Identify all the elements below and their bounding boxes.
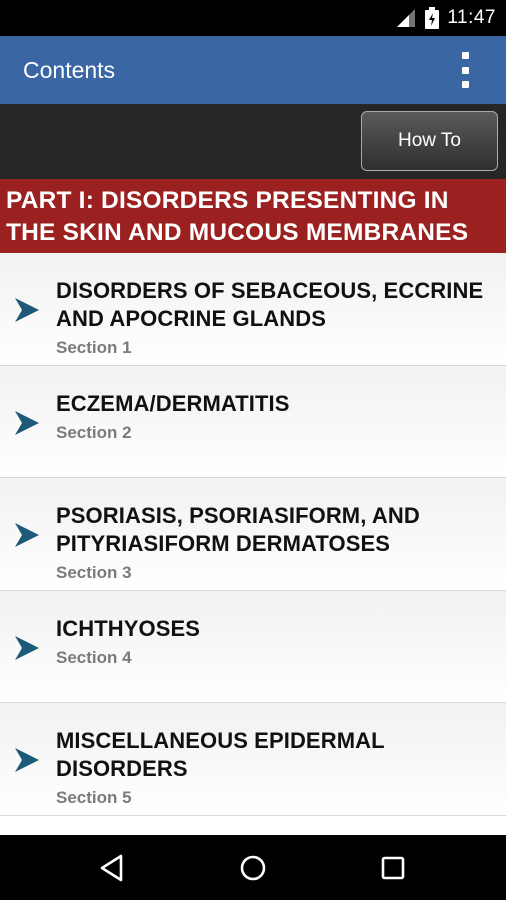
chevron-right-icon [15,298,39,322]
section-number: Section 4 [56,647,132,667]
back-icon[interactable] [97,852,129,884]
status-bar: 11:47 [0,0,506,36]
section-title: ICHTHYOSES [56,615,201,641]
recents-icon[interactable] [377,852,409,884]
section-title: DISORDERS OF SEBACEOUS, ECCRINE AND APOC… [56,278,484,331]
how-to-button[interactable]: How To [361,111,498,171]
chevron-right-icon [15,748,39,773]
toolbar: How To [0,104,506,179]
section-number: Section 3 [56,563,132,583]
section-title: MISCELLANEOUS EPIDERMAL DISORDERS [56,728,385,782]
list-item-section-4[interactable]: ICHTHYOSES Section 4 [0,590,506,704]
signal-icon [397,9,416,27]
section-title: PSORIASIS, PSORIASIFORM, AND PITYRIASIFO… [56,503,420,557]
status-icons: 11:47 [397,0,496,36]
section-number: Section 1 [56,338,132,357]
section-list: DISORDERS OF SEBACEOUS, ECCRINE AND APOC… [0,253,506,835]
section-number: Section 5 [56,788,132,808]
chevron-right-icon [15,523,39,548]
chevron-right-icon [15,410,39,435]
navigation-bar [0,835,506,900]
overflow-menu-icon[interactable] [458,52,472,88]
section-number: Section 2 [56,422,132,442]
list-item-section-1[interactable]: DISORDERS OF SEBACEOUS, ECCRINE AND APOC… [0,253,506,366]
app-title: Contents [23,57,116,83]
section-title: ECZEMA/DERMATITIS [56,390,290,416]
list-item-section-5[interactable]: MISCELLANEOUS EPIDERMAL DISORDERS Sectio… [0,703,506,816]
list-item-section-2[interactable]: ECZEMA/DERMATITIS Section 2 [0,365,506,479]
home-icon[interactable] [237,852,269,884]
battery-icon [425,7,440,29]
app-bar: Contents [0,36,506,104]
list-item-section-3[interactable]: PSORIASIS, PSORIASIFORM, AND PITYRIASIFO… [0,478,506,591]
status-time: 11:47 [447,7,496,28]
chevron-right-icon [15,635,39,660]
part-header: PART I: DISORDERS PRESENTING IN THE SKIN… [0,179,506,253]
